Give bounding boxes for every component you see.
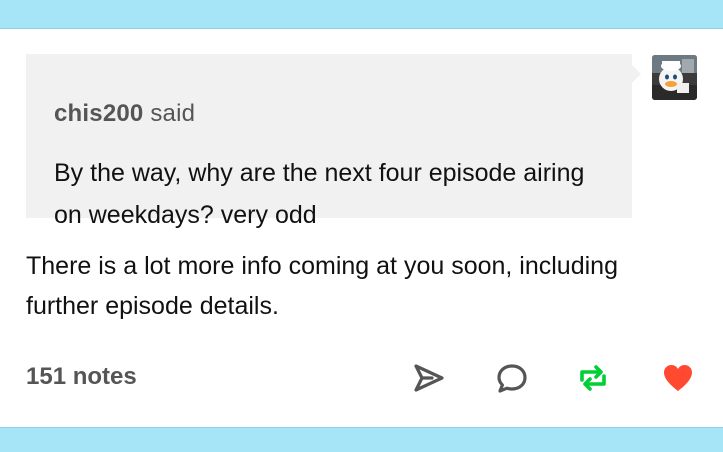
reblog-icon xyxy=(575,360,611,396)
asker-line: chis200 said xyxy=(54,100,195,128)
reply-button[interactable] xyxy=(494,360,530,396)
asker-said-label: said xyxy=(150,100,196,127)
share-button[interactable] xyxy=(410,360,446,396)
ask-pointer xyxy=(632,65,641,83)
top-band xyxy=(0,0,723,29)
like-button[interactable] xyxy=(660,360,696,396)
reblog-button[interactable] xyxy=(575,360,611,396)
bottom-band xyxy=(0,427,723,452)
answer-text: There is a lot more info coming at you s… xyxy=(26,252,618,320)
asker-avatar[interactable] xyxy=(652,55,697,100)
notes-count[interactable]: 151 notes xyxy=(26,363,137,391)
paper-plane-icon xyxy=(410,360,446,396)
heart-icon xyxy=(660,360,696,396)
question-text: By the way, why are the next four episod… xyxy=(54,159,585,229)
ask-box: chis200 said By the way, why are the nex… xyxy=(26,54,632,229)
asker-name[interactable]: chis200 xyxy=(54,100,143,127)
post: chis200 said By the way, why are the nex… xyxy=(0,29,723,427)
speech-bubble-icon xyxy=(494,360,530,396)
